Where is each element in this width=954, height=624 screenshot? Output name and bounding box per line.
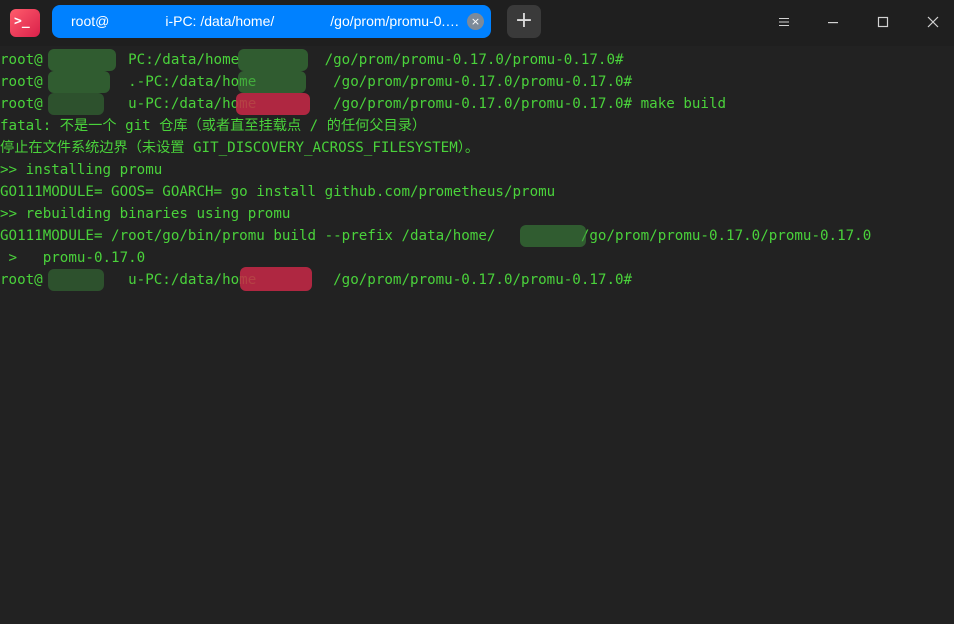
redaction-overlay [48,71,110,93]
terminal-output[interactable]: root@ PC:/data/home /go/prom/promu-0.17.… [0,46,954,624]
add-tab-button[interactable]: + [507,5,541,38]
redaction-overlay [48,269,104,291]
tab-close-icon[interactable]: × [467,13,484,30]
redaction-overlay [48,49,116,71]
redaction-overlay [48,93,104,115]
terminal-line: 停止在文件系统边界（未设置 GIT_DISCOVERY_ACROSS_FILES… [0,140,480,156]
maximize-icon[interactable] [871,11,895,35]
terminal-line: fatal: 不是一个 git 仓库（或者直至挂载点 / 的任何父目录） [0,118,427,134]
menu-icon[interactable] [772,11,796,35]
title-bar: >_ root@ i-PC: /data/home/ /go/prom/prom… [0,0,954,46]
terminal-cursor [622,274,623,288]
redaction-overlay [238,49,308,71]
terminal-line: > promu-0.17.0 [0,250,146,266]
terminal-app-icon[interactable]: >_ [10,9,40,37]
terminal-line: GO111MODULE= GOOS= GOARCH= go install gi… [0,184,556,200]
minimize-icon[interactable] [821,11,845,35]
redaction-overlay [520,225,586,247]
terminal-line: >> rebuilding binaries using promu [0,206,291,222]
close-icon[interactable] [921,11,945,35]
terminal-line: root@ u-PC:/data/home /go/prom/promu-0.1… [0,96,727,112]
tab-label: root@ i-PC: /data/home/ /go/prom/promu-0… [71,13,460,29]
tab-terminal-session[interactable]: root@ i-PC: /data/home/ /go/prom/promu-0… [52,5,491,38]
redaction-overlay [240,267,312,291]
redaction-overlay [238,71,306,93]
terminal-line: GO111MODULE= /root/go/bin/promu build --… [0,228,872,244]
terminal-line: >> installing promu [0,162,163,178]
redaction-overlay [236,93,310,115]
